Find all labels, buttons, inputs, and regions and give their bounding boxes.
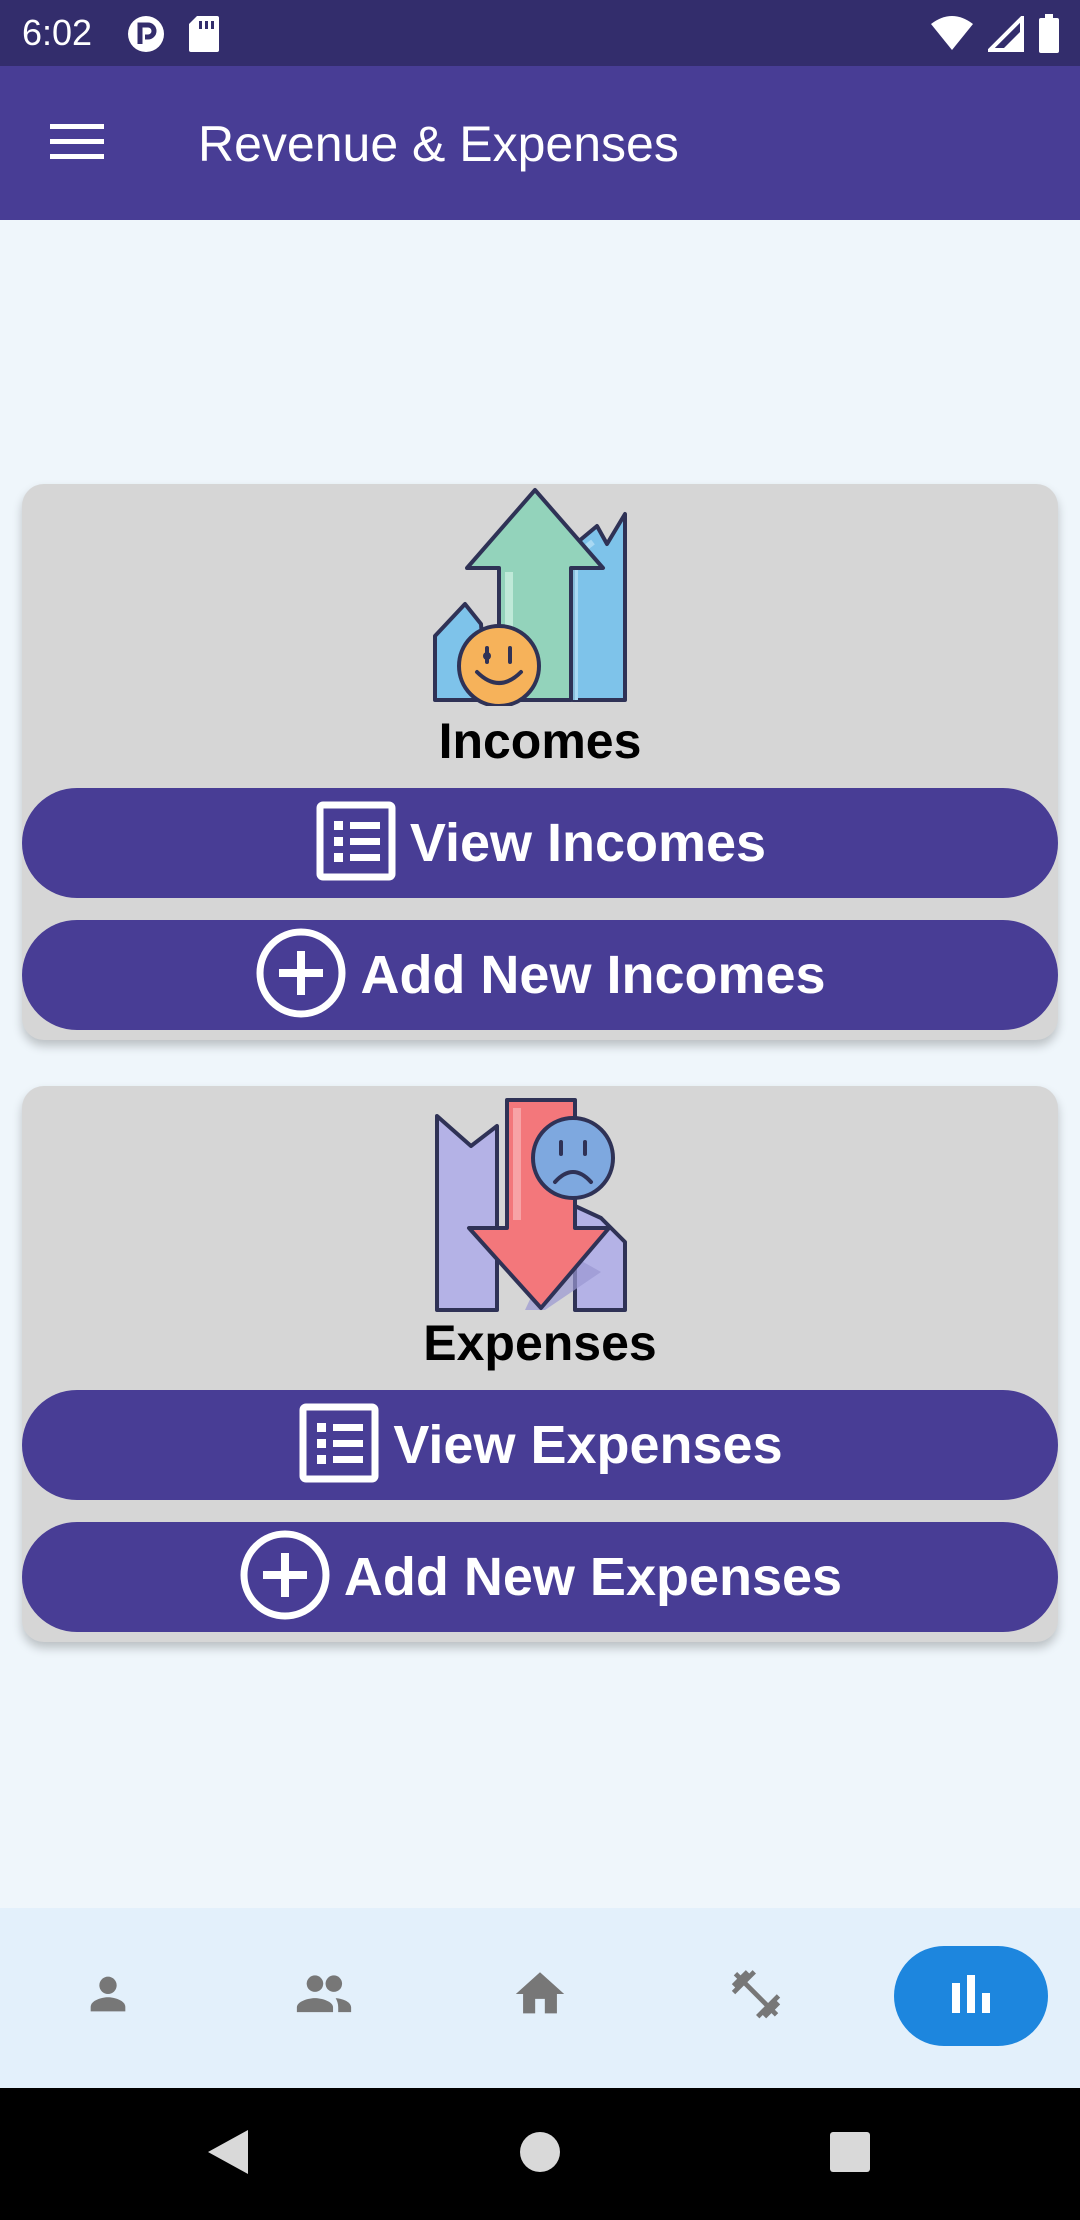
list-icon: [314, 799, 398, 888]
add-new-expenses-button[interactable]: Add New Expenses: [22, 1522, 1058, 1632]
nav-home[interactable]: [490, 1946, 590, 2046]
signal-icon: [985, 13, 1024, 57]
group-icon: [293, 1963, 355, 2030]
status-right-icons: [930, 13, 1060, 59]
dumbbell-icon: [727, 1965, 785, 2028]
recents-button[interactable]: [814, 2118, 886, 2190]
incomes-title: Incomes: [438, 713, 642, 769]
add-circle-icon: [254, 926, 348, 1025]
add-circle-icon: [238, 1528, 332, 1627]
recents-square-icon: [829, 2131, 871, 2178]
nav-revenue[interactable]: [894, 1946, 1048, 2046]
view-expenses-label: View Expenses: [393, 1415, 783, 1475]
notification-icon: [126, 14, 166, 59]
add-new-incomes-label: Add New Incomes: [360, 945, 826, 1005]
incomes-card: Incomes View Incomes Add New Incomes: [22, 484, 1058, 1040]
status-left-icons: [126, 14, 220, 59]
home-icon: [511, 1965, 569, 2028]
view-incomes-label: View Incomes: [409, 813, 767, 873]
nav-workout[interactable]: [706, 1946, 806, 2046]
bar-chart-icon: [948, 1971, 994, 2022]
person-icon: [82, 1968, 134, 2025]
status-time: 6:02: [22, 12, 93, 53]
page-title: Revenue & Expenses: [198, 116, 679, 172]
status-bar: 6:02: [0, 0, 1080, 66]
back-button[interactable]: [192, 2118, 264, 2190]
wifi-icon: [930, 16, 974, 57]
back-triangle-icon: [204, 2126, 252, 2183]
home-system-button[interactable]: [504, 2118, 576, 2190]
add-new-expenses-label: Add New Expenses: [343, 1547, 843, 1607]
rising-chart-smiley-illustration: [425, 486, 655, 711]
battery-icon: [1038, 14, 1060, 59]
menu-button[interactable]: [44, 110, 110, 176]
bottom-navigation: [0, 1908, 1080, 2088]
nav-groups[interactable]: [274, 1946, 374, 2046]
add-new-incomes-button[interactable]: Add New Incomes: [22, 920, 1058, 1030]
nav-profile[interactable]: [58, 1946, 158, 2046]
sd-card-icon: [188, 14, 220, 59]
expenses-card: Expenses View Expenses Add New Expenses: [22, 1086, 1058, 1642]
view-expenses-button[interactable]: View Expenses: [22, 1390, 1058, 1500]
falling-chart-sad-illustration: [425, 1096, 655, 1321]
expenses-title: Expenses: [423, 1315, 657, 1371]
list-icon: [297, 1401, 381, 1490]
hamburger-menu-icon: [50, 121, 104, 166]
view-incomes-button[interactable]: View Incomes: [22, 788, 1058, 898]
home-circle-icon: [518, 2130, 562, 2179]
system-navigation-bar: [0, 2088, 1080, 2220]
